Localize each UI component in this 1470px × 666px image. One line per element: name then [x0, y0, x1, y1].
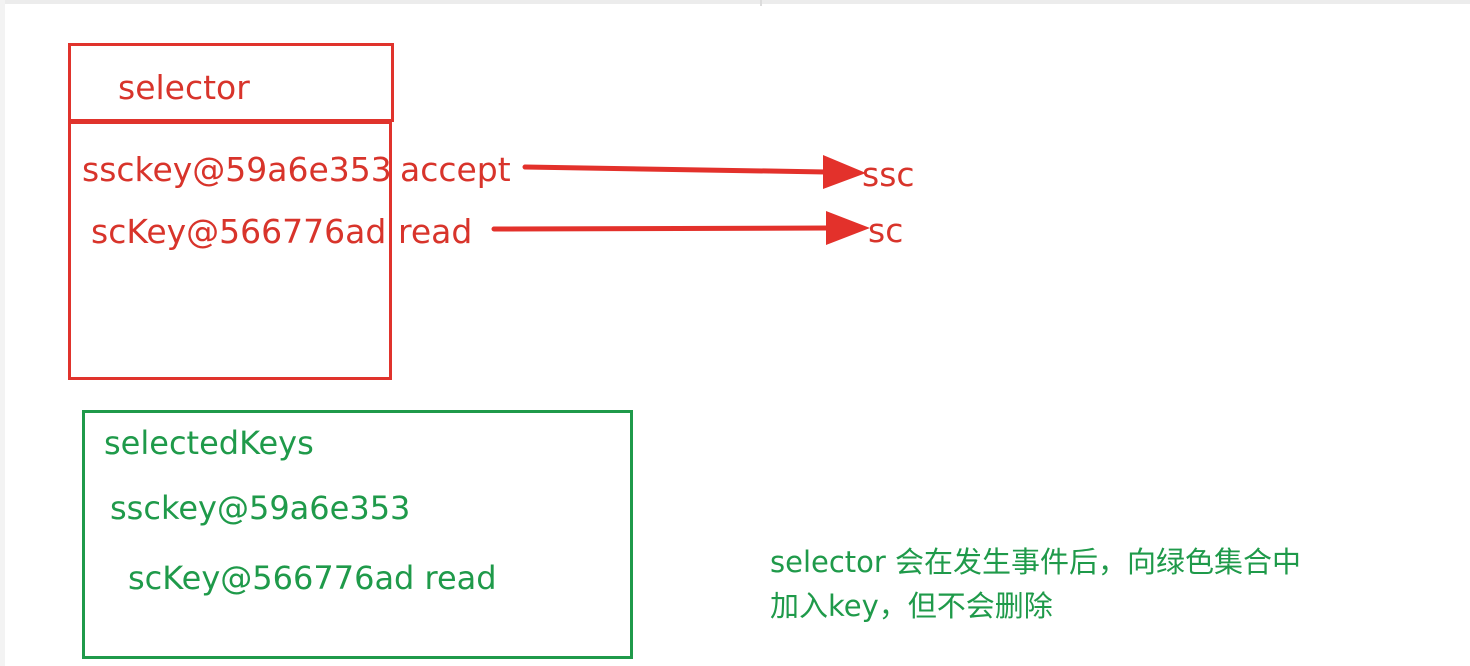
arrow-accept-to-ssc — [522, 164, 829, 175]
selected-keys-title: selectedKeys — [104, 424, 314, 462]
arrow-read-head — [826, 211, 870, 245]
behavior-note-line-1: selector 会在发生事件后，向绿色集合中 — [770, 545, 1302, 579]
selected-key-sc-read: scKey@566776ad read — [128, 559, 497, 597]
arrow-accept-head — [823, 155, 866, 189]
behavior-note: selector 会在发生事件后，向绿色集合中 加入key，但不会删除 — [770, 541, 1301, 628]
behavior-note-line-2: 加入key，但不会删除 — [770, 588, 1053, 623]
arrow-read-to-sc — [491, 225, 833, 232]
selected-key-ssc: ssckey@59a6e353 — [110, 489, 411, 527]
